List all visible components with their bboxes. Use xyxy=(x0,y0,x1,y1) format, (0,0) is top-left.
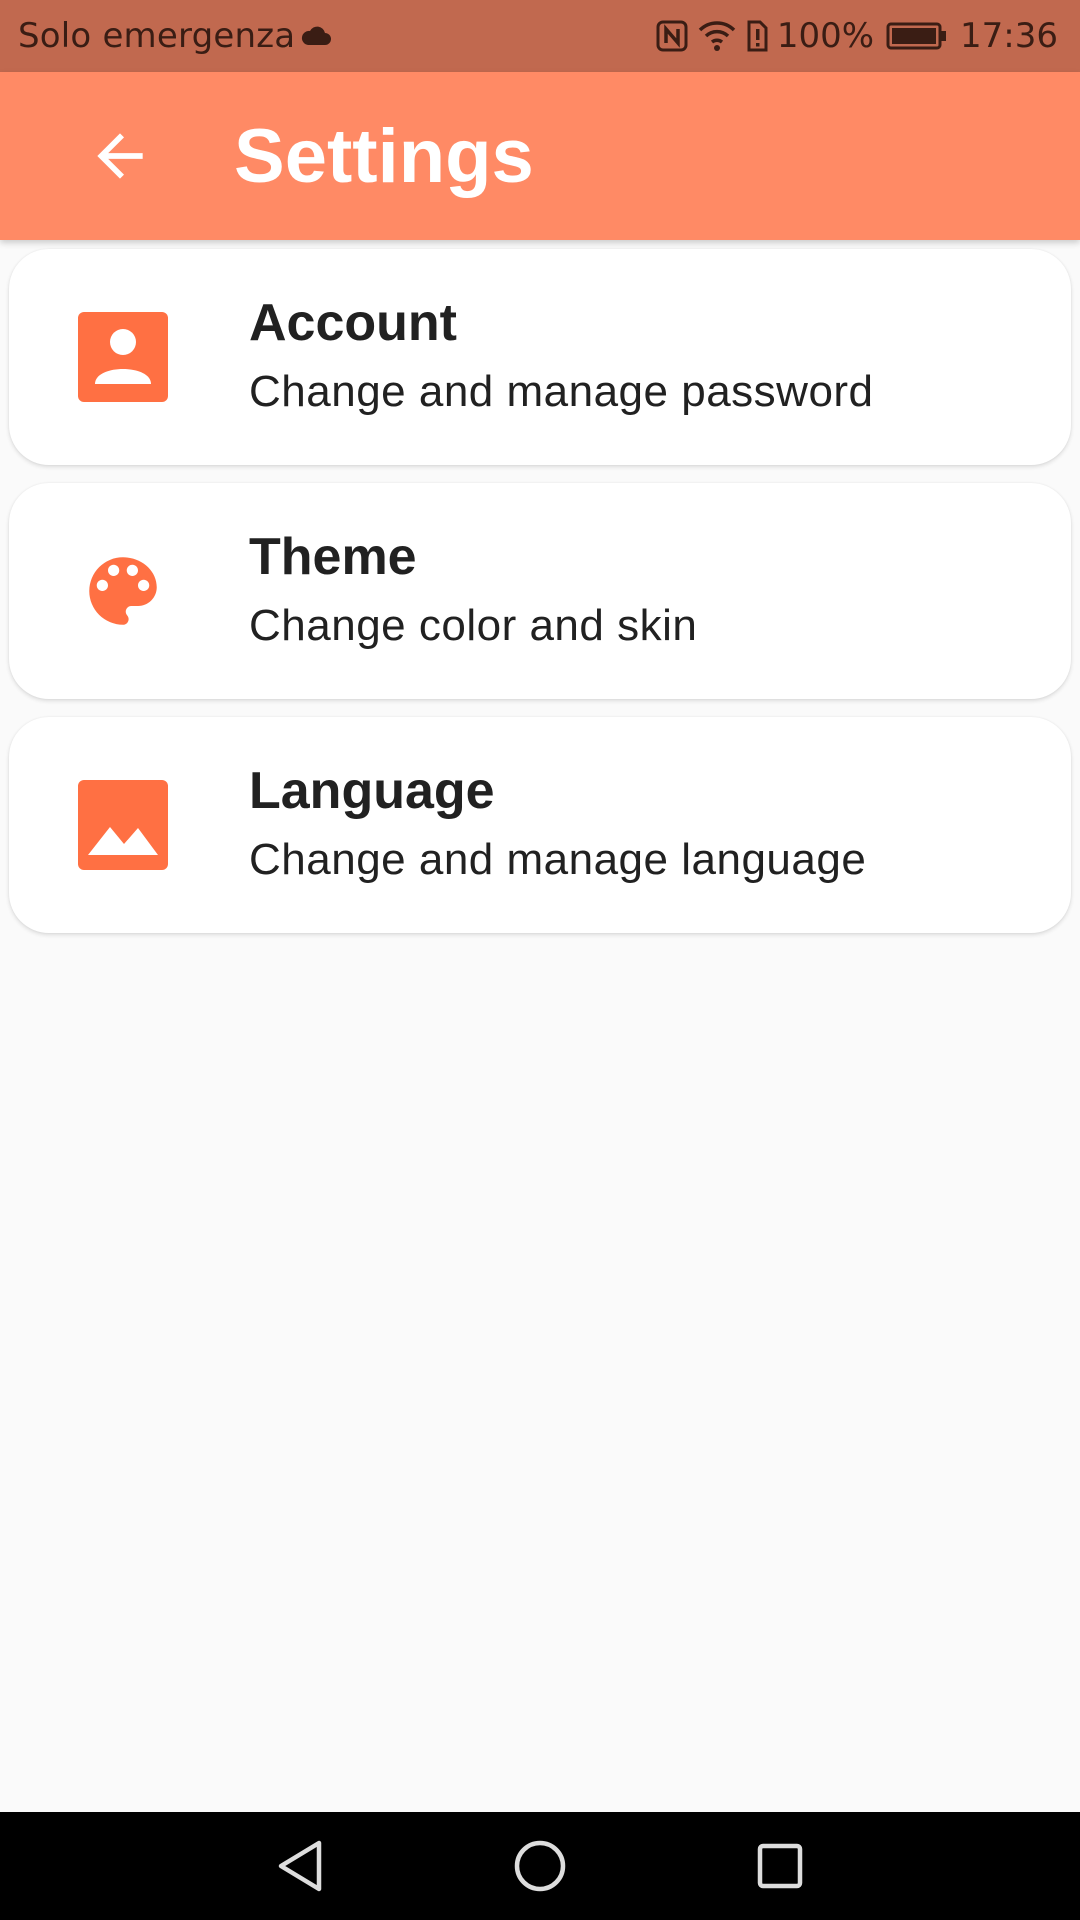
settings-item-title: Account xyxy=(249,294,457,352)
nav-home-button[interactable] xyxy=(480,1812,600,1920)
navigation-bar xyxy=(0,1812,1080,1920)
carrier-text: Solo emergenza xyxy=(18,16,296,56)
settings-item-language[interactable]: Language Change and manage language xyxy=(9,717,1071,933)
settings-list: Account Change and manage password Theme… xyxy=(9,249,1071,951)
nav-home-icon xyxy=(514,1840,566,1892)
cloud-icon xyxy=(302,26,332,45)
nav-back-button[interactable] xyxy=(240,1812,360,1920)
settings-item-theme[interactable]: Theme Change color and skin xyxy=(9,483,1071,699)
settings-item-subtitle: Change color and skin xyxy=(249,601,698,650)
battery-icon xyxy=(886,21,948,51)
back-button[interactable] xyxy=(72,108,168,204)
palette-icon xyxy=(78,546,168,636)
image-icon xyxy=(78,780,168,870)
settings-item-text: Language Change and manage language xyxy=(249,760,866,890)
clock-time: 17:36 xyxy=(960,16,1058,56)
settings-item-subtitle: Change and manage language xyxy=(249,835,867,884)
nav-recents-icon xyxy=(757,1843,803,1889)
nav-recents-button[interactable] xyxy=(720,1812,840,1920)
nav-back-icon xyxy=(278,1840,322,1892)
battery-percentage: 100% xyxy=(776,16,875,56)
settings-item-account[interactable]: Account Change and manage password xyxy=(9,249,1071,465)
account-box-icon xyxy=(78,312,168,402)
nfc-icon xyxy=(655,19,689,53)
alert-icon xyxy=(745,19,769,53)
status-bar: Solo emergenza 100% 17:36 xyxy=(0,0,1080,72)
settings-item-title: Theme xyxy=(249,528,417,586)
wifi-icon xyxy=(697,19,737,53)
arrow-back-icon xyxy=(97,133,143,179)
page-title: Settings xyxy=(234,113,534,199)
settings-item-text: Theme Change color and skin xyxy=(249,526,697,656)
status-right: 100% 17:36 xyxy=(655,16,1058,56)
settings-item-subtitle: Change and manage password xyxy=(249,367,874,416)
settings-item-text: Account Change and manage password xyxy=(249,292,874,422)
settings-item-title: Language xyxy=(249,762,495,820)
status-left: Solo emergenza xyxy=(18,16,332,56)
app-bar: Settings xyxy=(0,72,1080,240)
